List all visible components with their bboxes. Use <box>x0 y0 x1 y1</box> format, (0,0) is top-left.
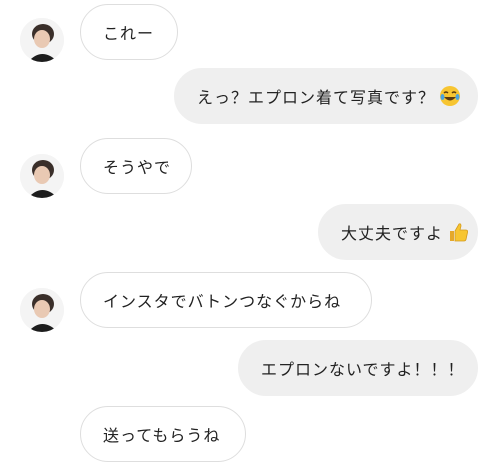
message-text: 大丈夫ですよ <box>341 224 444 243</box>
message-bubble-incoming[interactable]: インスタでバトンつなぐからね <box>80 272 372 328</box>
thumbs-up-emoji-icon <box>447 221 469 243</box>
tears-of-joy-emoji-icon <box>439 85 461 107</box>
sender-avatar[interactable] <box>20 18 64 62</box>
message-text: そうやで <box>103 158 172 177</box>
chat-thread: これー えっ？エプロン着て写真です？ そうやで 大丈夫ですよ インスタでバトンつ… <box>0 0 504 466</box>
sender-avatar[interactable] <box>20 154 64 198</box>
message-bubble-outgoing[interactable]: 大丈夫ですよ <box>318 204 478 260</box>
message-text: エプロンないですよ！！！ <box>261 360 465 379</box>
message-bubble-incoming[interactable]: 送ってもらうね <box>80 406 246 462</box>
message-bubble-incoming[interactable]: これー <box>80 4 178 60</box>
message-text: これー <box>103 24 155 43</box>
sender-avatar[interactable] <box>20 288 64 332</box>
message-bubble-outgoing[interactable]: エプロンないですよ！！！ <box>238 340 478 396</box>
message-bubble-outgoing[interactable]: えっ？エプロン着て写真です？ <box>174 68 478 124</box>
message-text: インスタでバトンつなぐからね <box>103 292 342 311</box>
message-text: えっ？エプロン着て写真です？ <box>197 88 436 107</box>
message-bubble-incoming[interactable]: そうやで <box>80 138 192 194</box>
message-text: 送ってもらうね <box>103 426 221 445</box>
